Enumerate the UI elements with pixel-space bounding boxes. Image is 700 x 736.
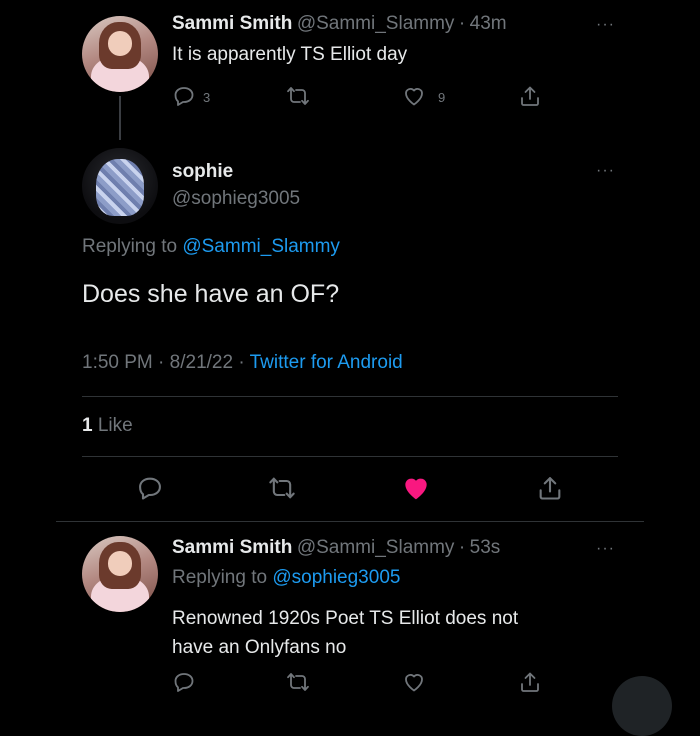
replying-handle-link[interactable]: @Sammi_Slammy [182,236,340,257]
timestamp[interactable]: 53s [470,537,501,558]
replying-to: Replying to @sophieg3005 [172,567,400,589]
tweet-header: Sammi Smith @Sammi_Slammy · 53s [172,537,500,559]
tweet-time[interactable]: 1:50 PM [82,352,153,373]
source-link[interactable]: Twitter for Android [250,352,403,373]
tweet-text: It is apparently TS Elliot day [172,44,408,65]
replying-handle-link[interactable]: @sophieg3005 [272,567,400,588]
divider [82,456,618,457]
replying-prefix: Replying to [82,236,178,257]
retweet-icon[interactable] [286,84,310,108]
separator: · [458,13,466,34]
separator: · [458,537,466,558]
like-icon[interactable] [402,670,426,694]
author-name[interactable]: sophie [172,161,233,183]
share-icon[interactable] [518,670,542,694]
more-icon[interactable]: ··· [596,162,615,180]
share-icon[interactable] [536,474,564,502]
tweet-date[interactable]: 8/21/22 [170,352,233,373]
tweet-text-line: Renowned 1920s Poet TS Elliot does not [172,608,519,629]
likes-label: Like [97,415,133,436]
replying-prefix: Replying to [172,567,268,588]
like-count: 9 [438,90,446,105]
avatar[interactable] [82,148,158,224]
more-icon[interactable]: ··· [596,540,615,558]
tweet-header: Sammi Smith @Sammi_Slammy · 43m [172,13,507,35]
tweet-text: Does she have an OF? [82,280,340,308]
avatar[interactable] [82,16,158,92]
separator: · [238,352,245,373]
tweet-meta: 1:50 PM · 8/21/22 · Twitter for Android [82,352,403,374]
retweet-icon[interactable] [268,474,296,502]
divider [56,521,644,522]
author-handle[interactable]: @Sammi_Slammy [297,13,455,34]
replying-to: Replying to @Sammi_Slammy [82,236,340,258]
separator: · [158,352,165,373]
reply-count: 3 [203,90,211,105]
like-icon[interactable] [400,472,432,504]
retweet-icon[interactable] [286,670,310,694]
author-name[interactable]: Sammi Smith [172,13,292,34]
author-handle[interactable]: @Sammi_Slammy [297,537,455,558]
thread-line [119,96,121,140]
timestamp[interactable]: 43m [470,13,507,34]
reply-icon[interactable] [172,84,196,108]
author-handle[interactable]: @sophieg3005 [172,188,300,210]
reply-icon[interactable] [136,474,164,502]
reply-icon[interactable] [172,670,196,694]
author-name[interactable]: Sammi Smith [172,537,292,558]
compose-fab[interactable] [612,676,672,736]
likes-count: 1 [82,415,93,436]
likes-stat[interactable]: 1 Like [82,415,133,437]
avatar[interactable] [82,536,158,612]
more-icon[interactable]: ··· [596,16,615,34]
tweet-text-line: have an Onlyfans no [172,637,347,658]
like-icon[interactable] [402,84,426,108]
tweet-text: Renowned 1920s Poet TS Elliot does not h… [172,604,518,662]
divider [82,396,618,397]
share-icon[interactable] [518,84,542,108]
